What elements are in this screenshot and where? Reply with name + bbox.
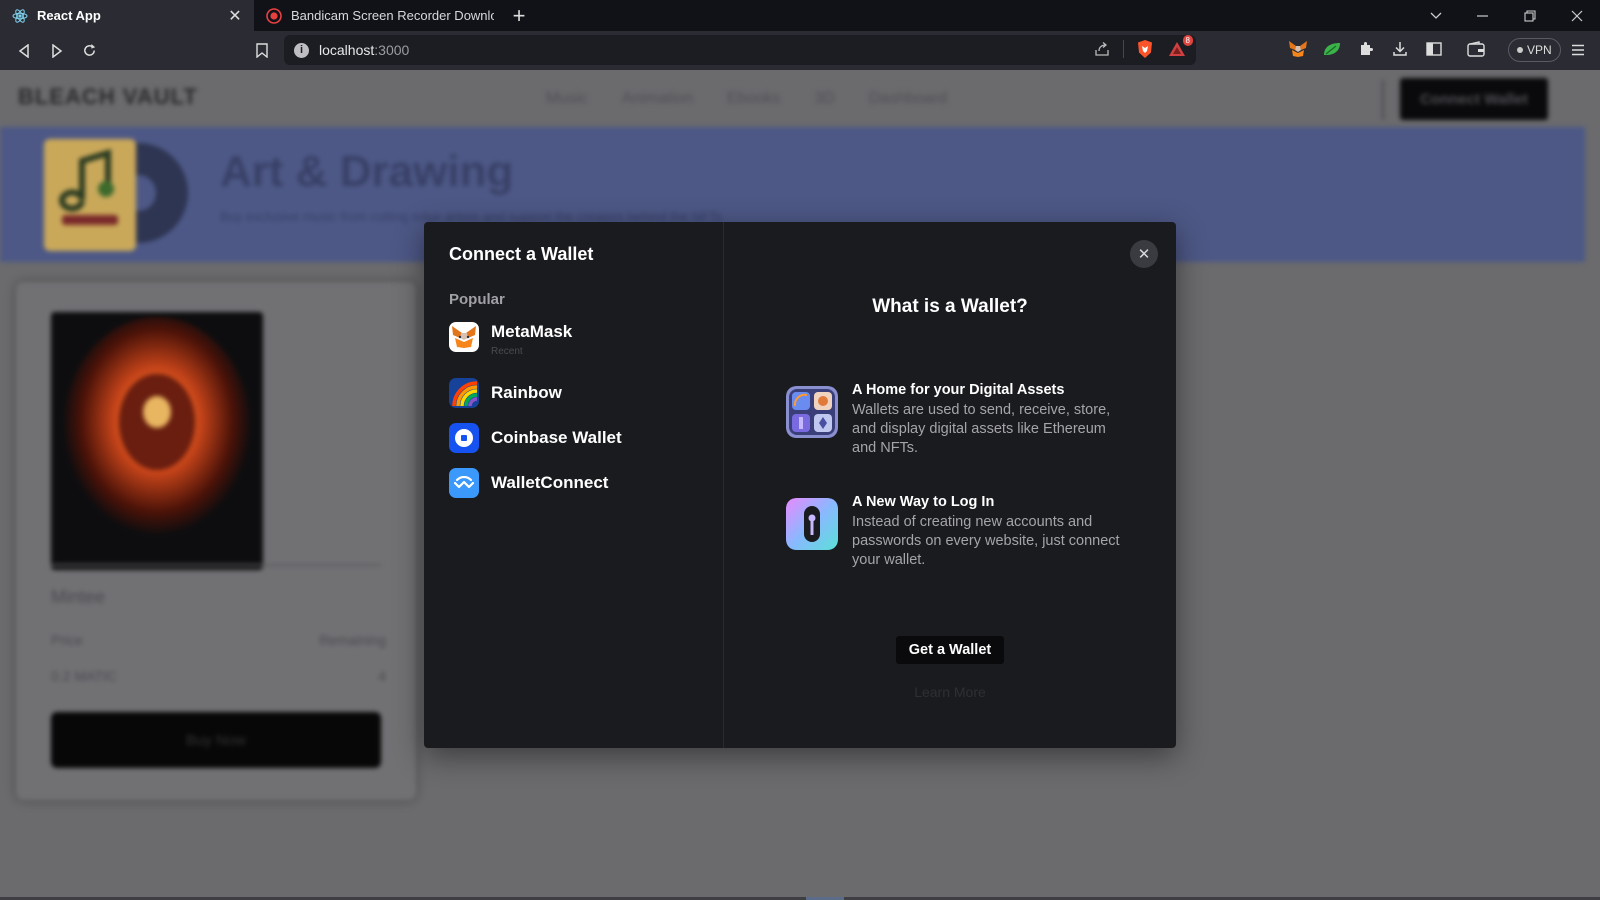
forward-icon[interactable] (40, 36, 73, 66)
bandicam-icon (266, 7, 282, 24)
site-info-icon[interactable]: i (294, 42, 309, 58)
wallet-group-label: Popular (449, 291, 505, 308)
notification-badge: 8 (1182, 35, 1193, 46)
site-header: BLEACH VAULT Music Animation Ebooks 3D D… (0, 70, 1600, 127)
remaining-value: 4 (378, 668, 386, 684)
info-block-log-in: A New Way to Log In Instead of creating … (786, 494, 1126, 570)
info-text-group: A Home for your Digital Assets Wallets a… (852, 382, 1126, 458)
modal-title: Connect a Wallet (449, 244, 594, 264)
wallet-label: Coinbase Wallet (491, 427, 622, 447)
menu-icon[interactable] (1566, 38, 1590, 62)
address-bar-actions: 8 (1091, 35, 1193, 60)
browser-toolbar: i localhost:3000 8 VPN (0, 31, 1600, 70)
coinbase-icon (449, 422, 479, 453)
vpn-label: VPN (1527, 43, 1552, 57)
key-login-icon (786, 498, 838, 550)
nav-item-animation[interactable]: Animation (622, 90, 693, 108)
learn-more-link[interactable]: Learn More (724, 684, 1176, 700)
site-nav: Music Animation Ebooks 3D Dashboard (546, 90, 947, 108)
product-divider (51, 564, 381, 566)
wallet-browser-icon[interactable] (1464, 37, 1488, 61)
url-host: localhost (319, 42, 375, 58)
header-divider (1382, 80, 1384, 120)
tab-bandicam[interactable]: Bandicam Screen Recorder Download (254, 0, 504, 31)
react-icon (12, 8, 28, 24)
wallet-label: MetaMask (491, 322, 573, 341)
info-heading: A New Way to Log In (852, 494, 995, 510)
share-icon[interactable] (1091, 38, 1113, 60)
rainbow-icon (449, 377, 479, 408)
wallet-option-coinbase[interactable]: Coinbase Wallet (449, 415, 698, 460)
product-name: Mintee (51, 587, 106, 607)
wallet-label: Rainbow (491, 382, 562, 402)
reload-icon[interactable] (73, 36, 106, 66)
remaining-label: Remaining (319, 632, 386, 648)
site-logo: BLEACH VAULT (18, 84, 198, 109)
brave-shield-icon[interactable] (1134, 38, 1156, 60)
wallet-info-panel: ✕ What is a Wallet? A Home for your Digi… (724, 222, 1176, 748)
new-tab-button[interactable]: + (504, 0, 534, 31)
wallet-option-walletconnect[interactable]: WalletConnect (449, 460, 698, 505)
info-text: Instead of creating new accounts and pas… (852, 514, 1120, 568)
walletconnect-icon (449, 467, 479, 498)
info-title: What is a Wallet? (872, 296, 1028, 317)
wallet-list-panel: Connect a Wallet Popular MetaMask Recent (424, 222, 724, 748)
site-connect-wallet-button[interactable]: Connect Wallet (1400, 78, 1548, 120)
tab-title: Bandicam Screen Recorder Download (291, 8, 494, 23)
buy-now-button[interactable]: Buy Now (51, 712, 381, 768)
nav-item-3d[interactable]: 3D (814, 90, 834, 108)
tab-close-icon[interactable]: ✕ (226, 6, 244, 26)
wallet-option-rainbow[interactable]: Rainbow (449, 370, 698, 415)
leaf-extension-icon[interactable] (1320, 37, 1344, 61)
extensions-puzzle-icon[interactable] (1354, 37, 1378, 61)
connect-wallet-modal: Connect a Wallet Popular MetaMask Recent (424, 222, 1176, 748)
music-note-icon (42, 131, 192, 255)
brave-rewards-icon[interactable]: 8 (1166, 35, 1193, 60)
price-label: Price (51, 632, 83, 648)
price-value: 0.2 MATIC (51, 668, 117, 684)
wallet-label: WalletConnect (491, 472, 609, 492)
extensions-area (1286, 37, 1488, 61)
info-text-group: A New Way to Log In Instead of creating … (852, 494, 1126, 570)
minimize-icon[interactable] (1459, 0, 1506, 31)
get-a-wallet-button[interactable]: Get a Wallet (896, 636, 1004, 664)
info-text: Wallets are used to send, receive, store… (852, 402, 1111, 456)
bookmark-icon[interactable] (250, 38, 274, 62)
back-icon[interactable] (7, 36, 40, 66)
wallet-recent-tag: Recent (491, 346, 523, 357)
browser-tab-strip: React App ✕ Bandicam Screen Recorder Dow… (0, 0, 1600, 31)
nav-item-ebooks[interactable]: Ebooks (727, 90, 780, 108)
metamask-icon (449, 322, 479, 352)
tab-react-app[interactable]: React App ✕ (0, 0, 254, 31)
nav-item-music[interactable]: Music (546, 90, 588, 108)
download-icon[interactable] (1388, 37, 1412, 61)
metamask-extension-icon[interactable] (1286, 37, 1310, 61)
product-card: Mintee Price Remaining 0.2 MATIC 4 Buy N… (16, 282, 416, 800)
separator (1123, 40, 1124, 58)
address-bar[interactable]: i localhost:3000 8 (284, 35, 1196, 65)
restore-icon[interactable] (1506, 0, 1553, 31)
product-image[interactable] (51, 312, 263, 570)
tab-title: React App (37, 8, 101, 23)
banner-title: Art & Drawing (220, 147, 514, 196)
info-heading: A Home for your Digital Assets (852, 382, 1065, 398)
vpn-button[interactable]: VPN (1508, 38, 1561, 62)
url-port: :3000 (374, 42, 410, 58)
sidebar-icon[interactable] (1422, 37, 1446, 61)
nav-item-dashboard[interactable]: Dashboard (869, 90, 947, 108)
tab-search-icon[interactable] (1412, 0, 1459, 31)
vpn-status-dot (1517, 47, 1523, 53)
wallet-option-metamask[interactable]: MetaMask Recent (449, 318, 698, 370)
info-block-digital-assets: A Home for your Digital Assets Wallets a… (786, 382, 1126, 458)
wallet-list: MetaMask Recent Rainbow Coinbase Wallet … (449, 318, 698, 505)
close-window-icon[interactable] (1553, 0, 1600, 31)
close-icon[interactable]: ✕ (1130, 240, 1158, 268)
window-controls (1412, 0, 1600, 31)
digital-assets-icon (786, 386, 838, 438)
